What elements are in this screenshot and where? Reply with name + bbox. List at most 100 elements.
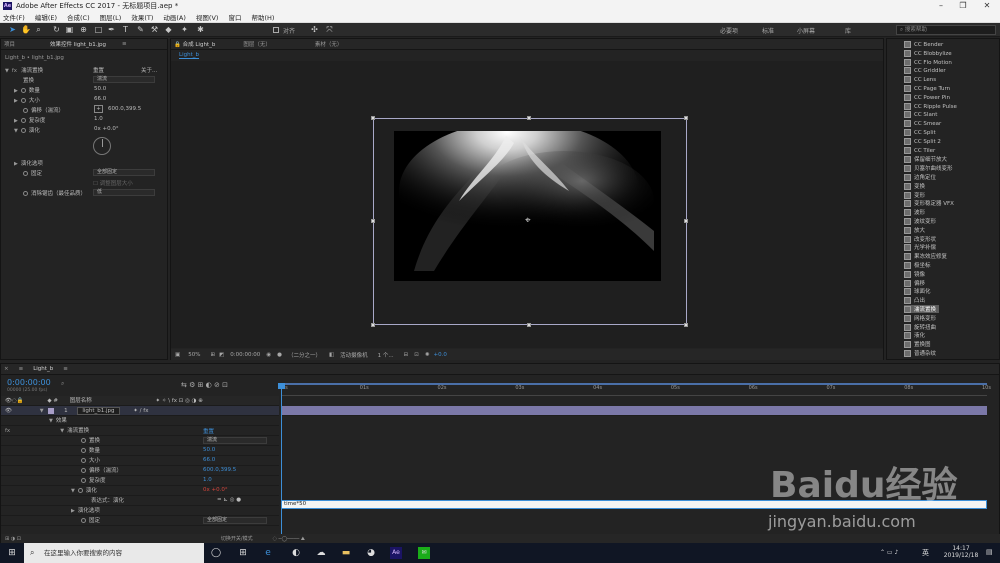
tl-size-value[interactable]: 66.0 xyxy=(203,457,215,463)
help-search-input[interactable]: ⌕ 搜索帮助 xyxy=(896,25,996,35)
stopwatch-icon[interactable] xyxy=(81,518,86,523)
tab-layer[interactable]: 图层（无） xyxy=(243,40,271,48)
tray-icons[interactable]: ⌃ ▭ ♪ xyxy=(880,549,898,556)
tab-footage[interactable]: 素材（无） xyxy=(315,40,343,48)
effect-list-item[interactable]: 果冻效应修复 xyxy=(904,252,947,260)
tab-project[interactable]: 项目 xyxy=(4,40,15,48)
menu-effect[interactable]: 效果(T) xyxy=(131,12,153,22)
effect-list-item[interactable]: CC Tiler xyxy=(904,147,935,154)
pin-dropdown[interactable]: 全部固定 xyxy=(93,169,155,176)
evolution-dial[interactable] xyxy=(93,137,111,155)
evolution-options[interactable]: ▶ 演化选项 xyxy=(14,159,43,167)
lock-icon[interactable]: 🔒 xyxy=(174,42,183,48)
edge-icon[interactable]: e xyxy=(262,547,274,559)
tl-displacement-dropdown[interactable]: 湍流 xyxy=(203,437,267,444)
zoom-dropdown[interactable]: 50% xyxy=(188,352,200,358)
effect-list-item[interactable]: 变换 xyxy=(904,182,925,190)
layer-row[interactable]: 👁 ▼ 1 light_b1.jpg ✦ / fx xyxy=(1,406,279,416)
workspace-small-screen[interactable]: 小屏幕 xyxy=(797,26,815,35)
tab-timeline[interactable]: Light_b xyxy=(33,366,53,372)
wechat-icon[interactable]: ✉ xyxy=(418,547,430,559)
reset-exposure-icon[interactable]: ✺ xyxy=(425,352,430,358)
camera-tool-icon[interactable]: ▣ xyxy=(65,25,74,34)
menu-layer[interactable]: 图层(L) xyxy=(100,12,122,22)
toggle-switches-modes[interactable]: 切换开关/模式 xyxy=(221,535,253,542)
stopwatch-icon[interactable] xyxy=(20,128,26,133)
app-icon[interactable]: ☁ xyxy=(315,547,327,559)
transform-handle[interactable] xyxy=(684,219,688,223)
stopwatch-icon[interactable] xyxy=(23,171,28,176)
effect-list-item[interactable]: CC Flo Motion xyxy=(904,59,952,66)
align-checkbox[interactable] xyxy=(273,27,279,33)
menu-animation[interactable]: 动画(A) xyxy=(163,12,186,22)
close-icon[interactable]: × xyxy=(4,366,9,372)
transparency-grid-icon[interactable]: ⊡ xyxy=(414,352,419,358)
about-link[interactable]: 关于... xyxy=(141,66,157,74)
size-value[interactable]: 66.0 xyxy=(94,96,106,102)
effect-list-item[interactable]: 旋转扭曲 xyxy=(904,323,936,331)
layer-label-color[interactable] xyxy=(48,407,55,414)
fx-icon[interactable]: fx xyxy=(12,68,17,74)
effect-list-item[interactable]: CC Ripple Pulse xyxy=(904,103,957,110)
effect-header[interactable]: ▼ fx 湍流置换 xyxy=(5,66,43,74)
offset-value[interactable]: 600.0,399.5 xyxy=(108,106,141,112)
playhead-icon[interactable] xyxy=(278,383,285,389)
effect-list-item[interactable]: 镜像 xyxy=(904,270,925,278)
file-explorer-icon[interactable]: ▬ xyxy=(340,547,352,559)
after-effects-taskbar-icon[interactable]: Ae xyxy=(390,547,402,559)
effect-list-item[interactable]: CC Power Pin xyxy=(904,94,950,101)
menu-composition[interactable]: 合成(C) xyxy=(67,12,90,22)
effects-group[interactable]: ▼ 效果 xyxy=(1,416,279,426)
workspace-library[interactable]: 库 xyxy=(845,26,851,35)
anchor-point-icon[interactable]: ⌖ xyxy=(525,215,531,226)
snapshot-icon[interactable]: ◉ xyxy=(266,352,271,358)
tl-evolution-value[interactable]: 0x +0.0° xyxy=(203,487,228,493)
workspace-standard[interactable]: 标准 xyxy=(762,26,774,35)
layer-duration-bar[interactable] xyxy=(281,406,987,416)
effect-list-item[interactable]: 光学补偿 xyxy=(904,243,936,251)
camera-dropdown[interactable]: 活动摄像机 xyxy=(340,351,368,359)
hand-tool-icon[interactable]: ✋ xyxy=(21,25,31,34)
clock[interactable]: 14:17 2019/12/18 xyxy=(942,545,980,559)
taskbar-search-input[interactable]: 在这里输入你要搜索的内容 xyxy=(24,543,204,563)
transform-handle[interactable] xyxy=(684,323,688,327)
tl-pin-dropdown[interactable]: 全部固定 xyxy=(203,517,267,524)
workspace-essentials[interactable]: 必要项 xyxy=(720,26,738,35)
layer-switches[interactable]: ✦ / fx xyxy=(133,408,148,414)
stopwatch-icon[interactable] xyxy=(81,438,86,443)
menu-file[interactable]: 文件(F) xyxy=(3,12,25,22)
menu-edit[interactable]: 编辑(E) xyxy=(35,12,57,22)
tl-evolution-options[interactable]: ▶ 演化选项 xyxy=(1,506,279,516)
resize-layer-checkbox[interactable]: ☐ 调整图层大小 xyxy=(93,179,133,187)
menu-view[interactable]: 视图(V) xyxy=(196,12,219,22)
visibility-icon[interactable]: 👁 xyxy=(5,408,12,414)
label-icon[interactable]: ◆ # xyxy=(47,398,58,404)
comp-timecode[interactable]: 0:00:00:00 xyxy=(230,352,260,358)
effect-list-item[interactable]: 液化 xyxy=(904,331,925,339)
stopwatch-icon[interactable] xyxy=(81,468,86,473)
complexity-value[interactable]: 1.0 xyxy=(94,116,103,122)
effect-list-item[interactable]: CC Split 2 xyxy=(904,138,941,145)
app-icon[interactable]: ◐ xyxy=(290,547,302,559)
transform-handle[interactable] xyxy=(527,116,531,120)
zoom-slider[interactable]: ◌ ─◯──── ⛰ xyxy=(273,536,305,542)
effect-list-item[interactable]: 变形 xyxy=(904,191,925,199)
transform-handle[interactable] xyxy=(371,116,375,120)
timeline-switches-icons[interactable]: ⇆ ⚙ ⊞ ◐ ⊘ ⊡ xyxy=(181,381,228,389)
grid-icon[interactable]: ⊞ xyxy=(210,352,215,358)
pan-behind-tool-icon[interactable]: ⊕ xyxy=(79,25,88,34)
pen-tool-icon[interactable]: ✒ xyxy=(107,25,116,34)
hamburger-icon[interactable]: ≡ xyxy=(19,366,24,372)
panel-menu-icon[interactable]: ≡ xyxy=(63,366,68,372)
effect-list-item[interactable]: CC Blobbylize xyxy=(904,50,952,57)
effect-list-item[interactable]: CC Split xyxy=(904,129,936,136)
effect-list-item[interactable]: CC Bender xyxy=(904,41,943,48)
panel-menu-icon[interactable]: ≡ xyxy=(122,41,127,47)
snap-options-icon[interactable]: ⤧ xyxy=(325,25,334,34)
evolution-value[interactable]: 0x +0.0° xyxy=(94,126,119,132)
timeline-reset-button[interactable]: 重置 xyxy=(203,427,214,435)
effect-list-item[interactable]: 波形 xyxy=(904,208,925,216)
timeline-search-input[interactable]: ⌕ xyxy=(61,380,121,388)
effect-list-item[interactable]: 网格变形 xyxy=(904,314,936,322)
stopwatch-icon[interactable] xyxy=(81,448,86,453)
